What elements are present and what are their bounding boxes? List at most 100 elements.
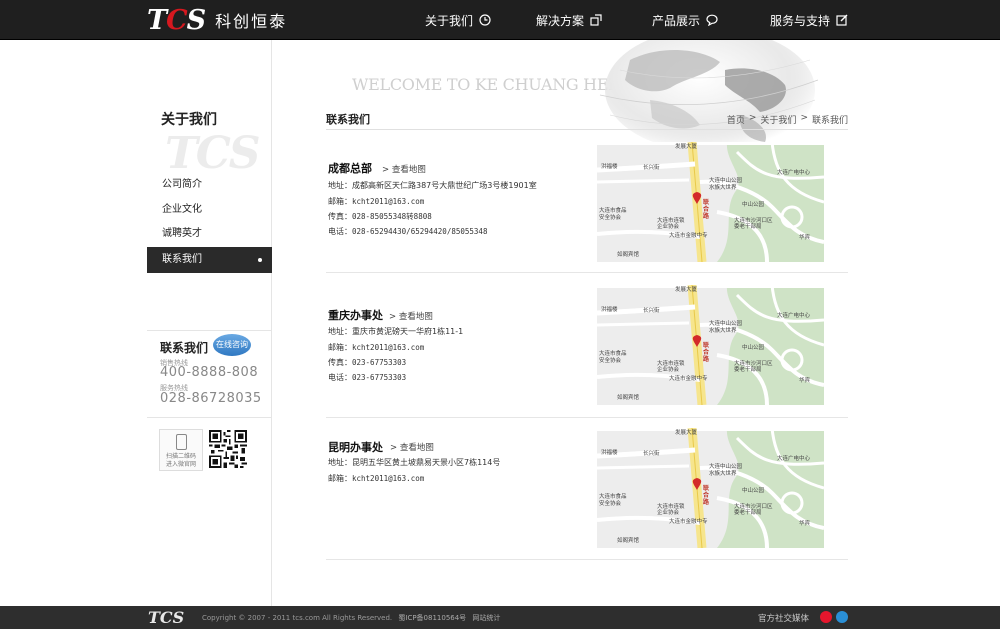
- svg-text:大连中山公园: 大连中山公园: [709, 462, 743, 470]
- nav-label: 服务与支持: [769, 13, 830, 28]
- nav-item-about[interactable]: 关于我们: [425, 0, 491, 40]
- qr-caption: 扫描二维码: [165, 453, 196, 460]
- nav-item-solutions[interactable]: 解决方案: [536, 0, 602, 40]
- office-phone: 电话：023-67753303: [328, 373, 407, 382]
- view-map-link[interactable]: > 查看地图: [390, 441, 434, 453]
- mobile-site-box: 扫描二维码 进入微官网: [159, 429, 203, 471]
- sidebar-watermark-logo: TCS: [165, 128, 261, 179]
- online-chat-button[interactable]: 在线咨询: [213, 334, 251, 356]
- office-fax: 传真：023-67753303: [328, 358, 407, 367]
- svg-text:大连市连锁: 大连市连锁: [657, 359, 685, 367]
- sales-hotline-number: 400-8888-808: [160, 365, 259, 380]
- svg-text:合: 合: [703, 348, 710, 356]
- svg-text:企业协会: 企业协会: [657, 365, 680, 373]
- svg-text:联: 联: [703, 484, 709, 492]
- office-map-thumbnail[interactable]: 发展大厦 洪福楼 长兴街 大连中山公园 水族大世界 大连广电中心 中山公园 大连…: [597, 285, 824, 405]
- svg-text:大连广电中心: 大连广电中心: [777, 454, 811, 462]
- top-nav-bar: TCS 科创恒泰 关于我们 解决方案 产品展示 服务与支持: [0, 0, 1000, 40]
- svg-text:洪福楼: 洪福楼: [601, 448, 618, 456]
- office-fax: 传真：028-85055348转8808: [328, 212, 432, 221]
- sidebar-title: 关于我们: [161, 112, 217, 128]
- main-nav: 关于我们 解决方案 产品展示 服务与支持: [425, 0, 848, 40]
- svg-text:中山公园: 中山公园: [742, 486, 765, 494]
- office-address: 地址：重庆市黄泥磅天一华府1栋11-1: [328, 327, 464, 336]
- sidebar-item-careers[interactable]: 诚聘英才: [147, 222, 272, 246]
- office-email: 邮箱：kcht2011@163.com: [328, 343, 425, 352]
- office-chongqing: 重庆办事处 > 查看地图 地址：重庆市黄泥磅天一华府1栋11-1 邮箱：kcht…: [326, 273, 848, 418]
- svg-text:路: 路: [703, 498, 710, 506]
- site-logo[interactable]: TCS 科创恒泰: [147, 4, 287, 36]
- svg-text:大连市金融中专: 大连市金融中专: [669, 231, 708, 239]
- nav-label: 产品展示: [651, 13, 700, 28]
- svg-text:水族大世界: 水族大世界: [709, 326, 737, 334]
- sidebar-item-contact-us[interactable]: 联系我们: [147, 246, 272, 273]
- breadcrumb-separator: >: [800, 113, 808, 123]
- svg-text:企业协会: 企业协会: [657, 508, 680, 516]
- svg-text:委老干部局: 委老干部局: [734, 508, 762, 516]
- svg-text:安全协会: 安全协会: [599, 499, 622, 507]
- sidebar-item-culture[interactable]: 企业文化: [147, 198, 272, 222]
- svg-text:发展大厦: 发展大厦: [675, 142, 698, 150]
- external-window-icon: [590, 14, 602, 26]
- weibo-icon[interactable]: [820, 611, 832, 623]
- qr-caption: 进入微官网: [165, 461, 196, 468]
- office-phone: 电话：028-65294430/65294420/85055348: [328, 227, 488, 236]
- svg-text:委老干部局: 委老干部局: [734, 222, 762, 230]
- svg-text:如阁宾馆: 如阁宾馆: [617, 393, 640, 401]
- svg-text:华宾: 华宾: [799, 233, 811, 241]
- svg-text:长兴街: 长兴街: [643, 163, 660, 171]
- site-stats-link[interactable]: 网站统计: [472, 614, 500, 622]
- office-address: 地址：成都高新区天仁路387号大鼎世纪广场3号楼1901室: [328, 181, 537, 190]
- svg-text:大连市连锁: 大连市连锁: [657, 502, 685, 510]
- logo-chinese-name: 科创恒泰: [215, 12, 288, 31]
- service-hotline-number: 028-86728035: [160, 391, 262, 406]
- nav-label: 关于我们: [424, 13, 473, 28]
- svg-text:联: 联: [703, 341, 709, 349]
- sidebar-item-company-profile[interactable]: 公司简介: [147, 173, 272, 197]
- svg-text:华宾: 华宾: [799, 376, 811, 384]
- svg-text:长兴街: 长兴街: [643, 306, 660, 314]
- edit-square-icon: [836, 14, 848, 26]
- office-map-thumbnail[interactable]: 发展大厦 洪福楼 长兴街 大连中山公园 水族大世界 大连广电中心 中山公园 大连…: [597, 142, 824, 262]
- svg-text:路: 路: [703, 355, 710, 363]
- office-email: 邮箱：kcht2011@163.com: [328, 474, 425, 483]
- svg-text:如阁宾馆: 如阁宾馆: [617, 536, 640, 544]
- nav-item-support[interactable]: 服务与支持: [770, 0, 848, 40]
- svg-text:大连中山公园: 大连中山公园: [709, 176, 743, 184]
- street-map: 发展大厦 洪福楼 长兴街 大连中山公园 水族大世界 大连广电中心 中山公园 大连…: [597, 285, 824, 405]
- footer-logo[interactable]: TCS: [148, 608, 184, 627]
- svg-text:发展大厦: 发展大厦: [675, 428, 698, 436]
- svg-text:合: 合: [703, 205, 710, 213]
- office-divider: [326, 559, 848, 560]
- svg-text:大连市沙河口区: 大连市沙河口区: [734, 502, 773, 510]
- qq-icon[interactable]: [836, 611, 848, 623]
- svg-text:大连市食品: 大连市食品: [599, 492, 627, 500]
- nav-item-products[interactable]: 产品展示: [652, 0, 718, 40]
- sidebar-menu: 公司简介 企业文化 诚聘英才 联系我们: [147, 173, 272, 273]
- svg-text:大连广电中心: 大连广电中心: [777, 168, 811, 176]
- qr-area: 扫描二维码 进入微官网: [159, 429, 259, 473]
- svg-text:大连市食品: 大连市食品: [599, 206, 627, 214]
- office-kunming: 昆明办事处 > 查看地图 地址：昆明五华区黄土坡鼎易天景小区7栋114号 邮箱：…: [326, 418, 848, 560]
- copyright: Copyright © 2007 - 2011 tcs.com All Righ…: [202, 614, 501, 622]
- footer: TCS Copyright © 2007 - 2011 tcs.com All …: [0, 606, 1000, 629]
- office-map-thumbnail[interactable]: 发展大厦 洪福楼 长兴街 大连中山公园 水族大世界 大连广电中心 中山公园 大连…: [597, 428, 824, 548]
- breadcrumb-current: 联系我们: [811, 116, 848, 126]
- svg-text:大连市食品: 大连市食品: [599, 349, 627, 357]
- contact-title: 联系我们: [160, 341, 209, 355]
- office-email: 邮箱：kcht2011@163.com: [328, 197, 425, 206]
- office-name: 重庆办事处: [328, 309, 383, 322]
- street-map: 发展大厦 洪福楼 长兴街 大连中山公园 水族大世界 大连广电中心 中山公园 大连…: [597, 142, 824, 262]
- breadcrumb-home[interactable]: 首页: [727, 113, 745, 126]
- svg-text:水族大世界: 水族大世界: [709, 469, 737, 477]
- svg-text:华宾: 华宾: [799, 519, 811, 527]
- office-chengdu: 成都总部 > 查看地图 地址：成都高新区天仁路387号大鼎世纪广场3号楼1901…: [326, 130, 848, 273]
- view-map-link[interactable]: > 查看地图: [389, 310, 433, 322]
- sidebar-contact-box: 联系我们 在线咨询 销售热线 400-8888-808 服务热线 028-867…: [147, 330, 272, 418]
- svg-text:安全协会: 安全协会: [599, 213, 622, 221]
- icp-link[interactable]: 蜀ICP备08110564号: [398, 614, 466, 622]
- view-map-link[interactable]: > 查看地图: [382, 163, 426, 175]
- svg-text:长兴街: 长兴街: [643, 449, 660, 457]
- svg-text:路: 路: [703, 212, 710, 220]
- breadcrumb-about[interactable]: 关于我们: [760, 113, 796, 126]
